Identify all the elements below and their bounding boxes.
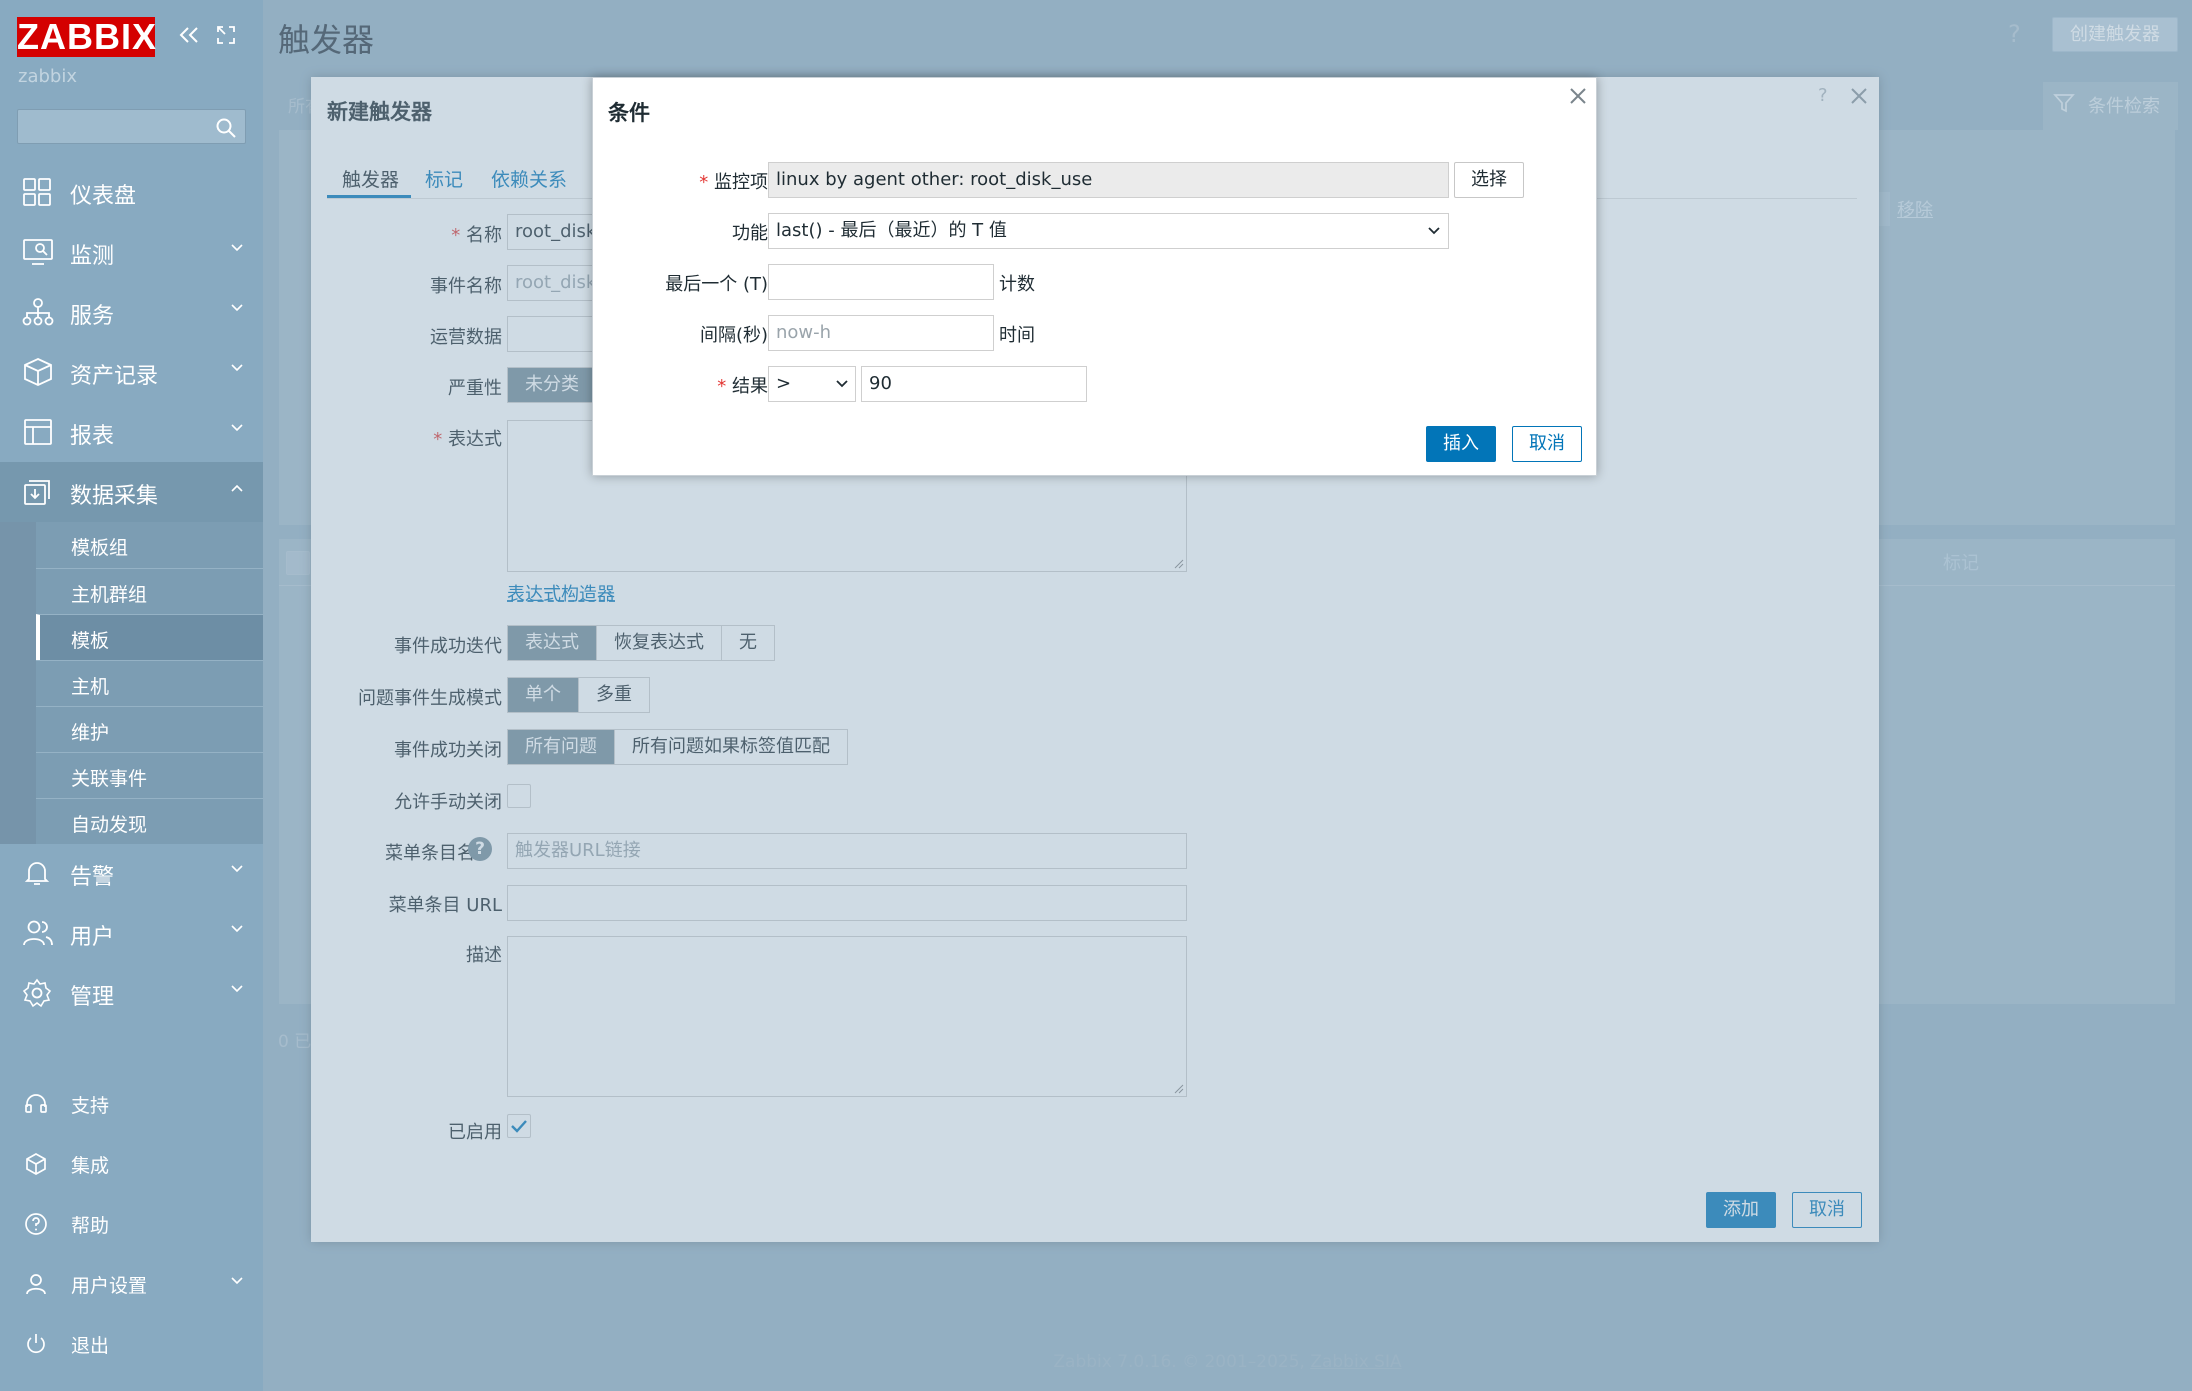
submenu-label: 主机群组 [71,584,148,606]
submenu-label: 主机 [71,676,110,698]
menu-monitoring[interactable]: 监测 [0,222,263,282]
function-select[interactable]: last() - 最后（最近）的 T 值 [768,213,1449,249]
shift-unit: 时间 [999,325,1035,346]
power-icon [24,1332,48,1356]
shift-input[interactable]: now-h [768,315,994,351]
menu-sign-out[interactable]: 退出 [0,1313,263,1373]
menu-support[interactable]: 支持 [0,1073,263,1133]
headset-icon [24,1092,48,1116]
collapse-sidebar-icon[interactable] [178,25,200,45]
menu-dashboard[interactable]: 仪表盘 [0,162,263,222]
condition-dialog: 条件 * 监控项 linux by agent other: root_disk… [592,77,1597,476]
menu-label: 报表 [70,424,115,449]
menu-label: 监测 [70,244,115,269]
server-name: zabbix [18,66,77,87]
chevron-down-icon [836,380,848,388]
submenu-maintenance[interactable]: 维护 [36,706,263,752]
menu-users[interactable]: 用户 [0,903,263,963]
dashboard-icon [22,177,52,207]
kiosk-mode-icon[interactable] [215,24,237,46]
submenu-label: 模板 [71,630,110,652]
users-icon [22,918,54,948]
chevron-down-icon [231,364,243,372]
menu-label: 用户设置 [71,1275,148,1297]
submenu-label: 模板组 [71,537,129,559]
cancel-button[interactable]: 取消 [1512,426,1582,462]
menu-label: 告警 [70,865,115,890]
reports-icon [22,417,54,447]
menu-alerts[interactable]: 告警 [0,843,263,903]
services-icon [22,297,54,327]
submenu-template-groups[interactable]: 模板组 [36,522,263,568]
item-input[interactable]: linux by agent other: root_disk_use [768,162,1449,198]
monitoring-icon [22,237,54,267]
submenu-host-groups[interactable]: 主机群组 [36,568,263,614]
insert-button[interactable]: 插入 [1426,426,1496,462]
integrations-icon [24,1152,48,1176]
last-input[interactable] [768,264,994,300]
menu-label: 仪表盘 [70,184,137,209]
dialog-title: 条件 [608,101,650,125]
help-icon [24,1212,48,1236]
chevron-down-icon [231,985,243,993]
sidebar: ZABBIX zabbix 仪表盘 监测 服务 资产记录 报表 数据采集 模板组… [0,0,263,1391]
result-label: * 结果 [717,376,768,397]
submenu-label: 维护 [71,722,110,744]
chevron-down-icon [231,424,243,432]
menu-label: 服务 [70,304,115,329]
chevron-down-icon [231,865,243,873]
chevron-down-icon [231,925,243,933]
alerts-icon [22,858,52,888]
menu-label: 资产记录 [70,364,159,389]
submenu-label: 关联事件 [71,768,148,790]
menu-label: 退出 [71,1335,110,1357]
function-value: last() - 最后（最近）的 T 值 [776,220,1007,241]
submenu-discovery[interactable]: 自动发现 [36,798,263,844]
shift-label: 间隔(秒) [699,325,768,346]
close-icon[interactable] [1569,87,1587,105]
function-label: 功能 [732,223,768,244]
chevron-down-icon [1428,227,1440,235]
chevron-down-icon [231,304,243,312]
chevron-down-icon [231,1277,243,1285]
menu-help[interactable]: 帮助 [0,1193,263,1253]
chevron-up-icon [231,484,243,492]
zabbix-logo[interactable]: ZABBIX [17,17,156,57]
administration-icon [22,978,52,1008]
search-icon[interactable] [215,117,237,139]
menu-reports[interactable]: 报表 [0,402,263,462]
submenu-label: 自动发现 [71,814,148,836]
menu-label: 用户 [70,925,115,950]
menu-label: 帮助 [71,1215,110,1237]
select-button[interactable]: 选择 [1454,162,1524,198]
menu-administration[interactable]: 管理 [0,963,263,1023]
menu-user-settings[interactable]: 用户设置 [0,1253,263,1313]
menu-services[interactable]: 服务 [0,282,263,342]
operator-select[interactable]: > [768,366,856,402]
menu-integrations[interactable]: 集成 [0,1133,263,1193]
menu-label: 集成 [71,1155,110,1177]
user-icon [24,1272,48,1296]
menu-label: 支持 [71,1095,110,1117]
last-unit: 计数 [999,274,1035,295]
menu-data-collection[interactable]: 数据采集 [0,462,263,522]
result-input[interactable]: 90 [861,366,1087,402]
sidebar-search-input[interactable] [17,109,246,144]
submenu-hosts[interactable]: 主机 [36,660,263,706]
operator-value: > [776,373,792,394]
data-collection-icon [22,477,54,507]
submenu-rail [0,522,36,844]
inventory-icon [22,357,54,387]
menu-label: 数据采集 [70,484,159,509]
chevron-down-icon [231,244,243,252]
menu-inventory[interactable]: 资产记录 [0,342,263,402]
last-label: 最后一个 (T) [665,274,768,295]
submenu-event-correlation[interactable]: 关联事件 [36,752,263,798]
submenu-templates[interactable]: 模板 [36,614,263,660]
item-label: * 监控项 [699,172,768,193]
menu-label: 管理 [70,985,115,1010]
